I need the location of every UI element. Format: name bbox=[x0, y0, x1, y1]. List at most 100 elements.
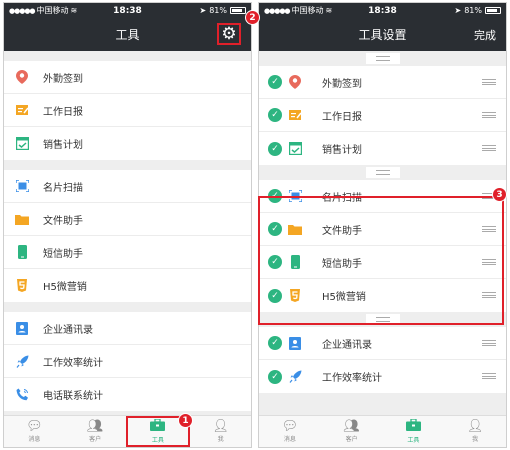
tool-group: 外勤签到 工作日报 销售计划 bbox=[4, 61, 251, 160]
tool-row-sales-plan[interactable]: 销售计划 bbox=[4, 127, 251, 160]
tool-label: H5微营销 bbox=[322, 292, 366, 303]
setting-row-sms-assistant[interactable]: ✓ 短信助手 bbox=[259, 246, 506, 279]
setting-row-file-assistant[interactable]: ✓ 文件助手 bbox=[259, 213, 506, 246]
sales-plan-icon bbox=[288, 142, 302, 156]
tab-label: 工具 bbox=[151, 437, 164, 444]
folder-icon bbox=[15, 212, 29, 226]
tab-tools[interactable]: 工具 bbox=[383, 416, 445, 447]
drag-handle-icon[interactable] bbox=[482, 226, 496, 232]
drag-handle-icon[interactable] bbox=[482, 259, 496, 265]
tool-list: 外勤签到 工作日报 销售计划 名片扫描 文件助手 短信助手 H5微营销 企业通讯… bbox=[4, 51, 251, 411]
tool-group: ✓ 外勤签到 ✓ 工作日报 ✓ 销售计划 bbox=[259, 66, 506, 165]
tool-label: H5微营销 bbox=[43, 282, 87, 293]
location-pin-icon bbox=[288, 75, 302, 89]
card-scan-icon bbox=[288, 189, 302, 203]
group-drag-handle[interactable] bbox=[259, 165, 506, 180]
tab-customers[interactable]: 👥︎ 客户 bbox=[321, 416, 383, 447]
rocket-icon bbox=[15, 354, 29, 368]
checkmark-icon[interactable]: ✓ bbox=[268, 108, 282, 122]
location-pin-icon bbox=[15, 70, 29, 84]
setting-row-sales-plan[interactable]: ✓ 销售计划 bbox=[259, 132, 506, 165]
tool-label: 销售计划 bbox=[322, 145, 362, 156]
tool-row-checkin[interactable]: 外勤签到 bbox=[4, 61, 251, 94]
wifi-icon: ≋ bbox=[70, 6, 78, 15]
setting-row-h5-marketing[interactable]: ✓ H5微营销 bbox=[259, 279, 506, 312]
setting-row-contacts[interactable]: ✓ 企业通讯录 bbox=[259, 327, 506, 360]
tool-row-call-stats[interactable]: 电话联系统计 bbox=[4, 378, 251, 411]
tab-messages[interactable]: 💬︎ 消息 bbox=[259, 416, 321, 447]
tool-label: 文件助手 bbox=[43, 215, 83, 227]
checkmark-icon[interactable]: ✓ bbox=[268, 336, 282, 350]
tool-row-efficiency-stats[interactable]: 工作效率统计 bbox=[4, 345, 251, 378]
checkmark-icon[interactable]: ✓ bbox=[268, 369, 282, 384]
checkmark-icon[interactable]: ✓ bbox=[268, 189, 282, 203]
tool-row-card-scan[interactable]: 名片扫描 bbox=[4, 170, 251, 203]
tool-label: 工作日报 bbox=[322, 111, 362, 123]
tool-label: 电话联系统计 bbox=[43, 391, 103, 402]
drag-handle-icon[interactable] bbox=[482, 145, 496, 151]
nav-bar: 工具设置 完成 bbox=[259, 18, 506, 51]
contacts-icon bbox=[288, 336, 302, 350]
tool-label: 外勤签到 bbox=[322, 78, 362, 90]
tool-row-contacts[interactable]: 企业通讯录 bbox=[4, 312, 251, 345]
done-button[interactable]: 完成 bbox=[474, 27, 496, 43]
group-drag-handle[interactable] bbox=[259, 51, 506, 66]
annotation-badge: 3 bbox=[492, 187, 507, 202]
customers-icon: 👥︎ bbox=[343, 419, 360, 434]
carrier-label: 中国移动 bbox=[291, 6, 324, 15]
phone-call-icon bbox=[15, 388, 29, 402]
tool-row-h5-marketing[interactable]: H5微营销 bbox=[4, 269, 251, 302]
tool-settings-list: ✓ 外勤签到 ✓ 工作日报 ✓ 销售计划 ✓ 名片扫描 ✓ 文件助手 ✓ 短信助… bbox=[259, 51, 506, 393]
daily-report-icon bbox=[15, 103, 29, 117]
h5-icon bbox=[288, 289, 302, 303]
tool-label: 名片扫描 bbox=[322, 192, 362, 204]
setting-row-daily-report[interactable]: ✓ 工作日报 bbox=[259, 99, 506, 132]
page-title: 工具设置 bbox=[358, 28, 407, 42]
drag-handle-icon[interactable] bbox=[482, 79, 496, 85]
tab-label: 工具 bbox=[407, 437, 420, 444]
phone-screen-tool-settings: ●●●●● 中国移动 ≋ 18:38 ➤ 81% 工具设置 完成 ✓ 外勤签到 … bbox=[258, 2, 507, 448]
drag-handle-icon[interactable] bbox=[482, 292, 496, 298]
h5-icon bbox=[15, 279, 29, 293]
tab-me[interactable]: 👤︎ 我 bbox=[444, 416, 506, 447]
gear-icon[interactable]: ⚙ bbox=[217, 23, 241, 45]
setting-row-card-scan[interactable]: ✓ 名片扫描 bbox=[259, 180, 506, 213]
drag-handle-icon[interactable] bbox=[482, 340, 496, 346]
tool-label: 工作效率统计 bbox=[43, 357, 103, 369]
sales-plan-icon bbox=[15, 137, 29, 151]
checkmark-icon[interactable]: ✓ bbox=[268, 141, 282, 156]
battery-percent: 81% bbox=[209, 6, 227, 15]
tab-label: 我 bbox=[472, 436, 479, 443]
card-scan-icon bbox=[15, 179, 29, 193]
setting-row-checkin[interactable]: ✓ 外勤签到 bbox=[259, 66, 506, 99]
drag-handle-icon[interactable] bbox=[482, 112, 496, 118]
tab-messages[interactable]: 💬︎ 消息 bbox=[4, 416, 65, 447]
checkmark-icon[interactable]: ✓ bbox=[268, 75, 282, 89]
tab-me[interactable]: 👤︎ 我 bbox=[190, 416, 251, 447]
tool-row-file-assistant[interactable]: 文件助手 bbox=[4, 203, 251, 236]
tool-row-daily-report[interactable]: 工作日报 bbox=[4, 94, 251, 127]
checkmark-icon[interactable]: ✓ bbox=[268, 255, 282, 269]
group-drag-handle[interactable] bbox=[259, 312, 506, 327]
phone-icon bbox=[288, 255, 302, 269]
signal-icon: ●●●●● bbox=[264, 6, 291, 15]
setting-row-efficiency-stats[interactable]: ✓ 工作效率统计 bbox=[259, 360, 506, 393]
tool-label: 企业通讯录 bbox=[43, 324, 93, 336]
tool-group: ✓ 名片扫描 ✓ 文件助手 ✓ 短信助手 ✓ H5微营销 bbox=[259, 180, 506, 312]
tab-label: 消息 bbox=[28, 436, 41, 443]
tool-label: 名片扫描 bbox=[43, 182, 83, 194]
tab-customers[interactable]: 👥︎ 客户 bbox=[65, 416, 126, 447]
drag-handle-icon[interactable] bbox=[482, 373, 496, 379]
checkmark-icon[interactable]: ✓ bbox=[268, 222, 282, 236]
checkmark-icon[interactable]: ✓ bbox=[268, 288, 282, 303]
tool-label: 短信助手 bbox=[43, 248, 83, 260]
tool-group: ✓ 企业通讯录 ✓ 工作效率统计 bbox=[259, 327, 506, 393]
user-icon: 👤︎ bbox=[466, 419, 484, 434]
tool-label: 外勤签到 bbox=[43, 73, 83, 85]
nav-bar: 工具 ⚙ bbox=[4, 18, 251, 51]
tool-row-sms-assistant[interactable]: 短信助手 bbox=[4, 236, 251, 269]
tool-label: 销售计划 bbox=[43, 140, 83, 151]
tab-label: 消息 bbox=[283, 436, 296, 443]
location-arrow-icon: ➤ bbox=[454, 6, 462, 15]
tab-label: 客户 bbox=[89, 436, 102, 443]
